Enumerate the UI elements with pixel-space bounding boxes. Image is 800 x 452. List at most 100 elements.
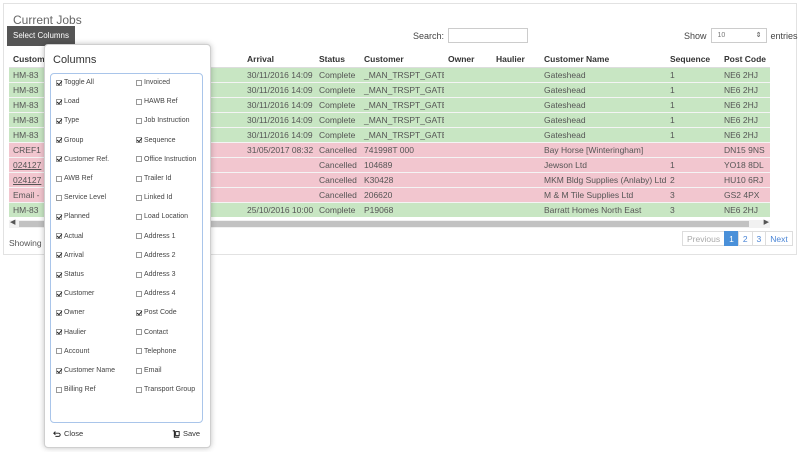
- column-option[interactable]: Post Code: [136, 309, 177, 316]
- table-cell[interactable]: _MAN_TRSPT_GATE_: [360, 81, 444, 97]
- column-option[interactable]: Billing Ref: [56, 386, 96, 393]
- column-option[interactable]: Address 1: [136, 233, 176, 240]
- column-option[interactable]: Service Level: [56, 194, 106, 201]
- column-option[interactable]: HAWB Ref: [136, 98, 178, 105]
- table-cell[interactable]: 024127: [9, 156, 45, 172]
- column-checkbox[interactable]: [136, 175, 142, 182]
- column-option[interactable]: Trailer Id: [136, 175, 171, 182]
- column-checkbox[interactable]: [136, 329, 142, 336]
- column-option[interactable]: Customer: [56, 290, 94, 297]
- table-cell[interactable]: 024127: [9, 171, 45, 187]
- close-button[interactable]: Close: [53, 429, 83, 438]
- table-cell[interactable]: K30428: [360, 171, 444, 187]
- table-cell[interactable]: _MAN_TRSPT_GATE_: [360, 126, 444, 142]
- column-option[interactable]: Customer Name: [56, 367, 115, 374]
- column-header[interactable]: Post Code: [720, 51, 770, 68]
- column-option[interactable]: Linked Id: [136, 194, 172, 201]
- column-checkbox[interactable]: [136, 386, 142, 393]
- column-option[interactable]: Job Instruction: [136, 117, 190, 124]
- column-header[interactable]: Haulier: [492, 51, 540, 68]
- column-option[interactable]: Status: [56, 271, 84, 278]
- column-checkbox[interactable]: [136, 213, 142, 220]
- column-option[interactable]: Group: [56, 137, 83, 144]
- scroll-left-icon[interactable]: ◀: [10, 218, 15, 226]
- column-header[interactable]: Sequence: [666, 51, 720, 68]
- column-header[interactable]: Customer: [360, 51, 444, 68]
- column-option[interactable]: Address 2: [136, 252, 176, 259]
- table-cell[interactable]: _MAN_TRSPT_GATE_: [360, 111, 444, 127]
- column-checkbox[interactable]: [56, 213, 62, 220]
- save-button[interactable]: Save: [172, 429, 200, 438]
- column-option[interactable]: Load Location: [136, 213, 188, 220]
- column-checkbox[interactable]: [56, 348, 62, 355]
- table-cell[interactable]: 206620: [360, 186, 444, 202]
- page-2-button[interactable]: 2: [737, 231, 753, 246]
- column-option[interactable]: Customer Ref.: [56, 156, 109, 163]
- column-option[interactable]: Account: [56, 348, 89, 355]
- column-checkbox[interactable]: [136, 156, 142, 163]
- column-option[interactable]: Sequence: [136, 137, 176, 144]
- column-checkbox[interactable]: [136, 290, 142, 297]
- column-option[interactable]: Transport Group: [136, 386, 195, 393]
- search-input[interactable]: [448, 28, 529, 43]
- previous-page-button[interactable]: Previous: [682, 231, 726, 246]
- column-checkbox[interactable]: [136, 233, 142, 240]
- column-option[interactable]: Telephone: [136, 348, 176, 355]
- table-cell[interactable]: 104689: [360, 156, 444, 172]
- entries-select[interactable]: 10 ⇕: [710, 28, 767, 43]
- column-option[interactable]: Load: [56, 98, 80, 105]
- column-header[interactable]: Status: [315, 51, 360, 68]
- column-checkbox[interactable]: [136, 348, 142, 355]
- column-option[interactable]: Actual: [56, 233, 83, 240]
- column-checkbox[interactable]: [56, 233, 62, 240]
- column-checkbox[interactable]: [56, 194, 62, 201]
- column-checkbox[interactable]: [56, 252, 62, 259]
- column-option[interactable]: Owner: [56, 309, 85, 316]
- column-option[interactable]: Invoiced: [136, 79, 170, 86]
- table-cell[interactable]: _MAN_TRSPT_GATE_: [360, 96, 444, 112]
- column-checkbox[interactable]: [56, 98, 62, 105]
- column-checkbox[interactable]: [56, 386, 62, 393]
- column-checkbox[interactable]: [56, 79, 62, 86]
- table-cell[interactable]: _MAN_TRSPT_GATE_: [360, 66, 444, 82]
- column-checkbox[interactable]: [56, 175, 62, 182]
- column-option[interactable]: Address 4: [136, 290, 176, 297]
- table-cell[interactable]: 741998T 000: [360, 141, 444, 157]
- select-columns-button[interactable]: Select Columns: [7, 26, 75, 46]
- column-header[interactable]: Arrival: [243, 51, 315, 68]
- column-checkbox[interactable]: [136, 367, 142, 374]
- column-checkbox[interactable]: [136, 309, 142, 316]
- column-checkbox[interactable]: [56, 117, 62, 124]
- column-checkbox[interactable]: [56, 137, 62, 144]
- column-header[interactable]: Custom: [9, 51, 45, 68]
- column-header[interactable]: Owner: [444, 51, 492, 68]
- column-checkbox[interactable]: [56, 329, 62, 336]
- column-option[interactable]: Email: [136, 367, 162, 374]
- column-checkbox[interactable]: [136, 98, 142, 105]
- page-3-button[interactable]: 3: [751, 231, 767, 246]
- column-checkbox[interactable]: [136, 117, 142, 124]
- column-checkbox[interactable]: [56, 290, 62, 297]
- next-page-button[interactable]: Next: [765, 231, 793, 246]
- column-checkbox[interactable]: [136, 252, 142, 259]
- column-checkbox[interactable]: [136, 271, 142, 278]
- column-checkbox[interactable]: [136, 79, 142, 86]
- column-option[interactable]: Type: [56, 117, 79, 124]
- column-option[interactable]: Planned: [56, 213, 90, 220]
- column-checkbox[interactable]: [56, 309, 62, 316]
- column-checkbox[interactable]: [56, 367, 62, 374]
- column-option[interactable]: Office Instruction: [136, 156, 196, 163]
- column-option[interactable]: Toggle All: [56, 79, 94, 86]
- column-option[interactable]: Contact: [136, 329, 168, 336]
- column-option[interactable]: AWB Ref: [56, 175, 93, 182]
- column-option[interactable]: Address 3: [136, 271, 176, 278]
- column-option[interactable]: Haulier: [56, 329, 86, 336]
- column-header[interactable]: Customer Name: [540, 51, 666, 68]
- column-checkbox[interactable]: [56, 156, 62, 163]
- scroll-right-icon[interactable]: ▶: [764, 218, 769, 226]
- table-cell[interactable]: P19068: [360, 201, 444, 217]
- column-checkbox[interactable]: [136, 194, 142, 201]
- column-checkbox[interactable]: [56, 271, 62, 278]
- page-1-button[interactable]: 1: [724, 231, 739, 246]
- column-checkbox[interactable]: [136, 137, 142, 144]
